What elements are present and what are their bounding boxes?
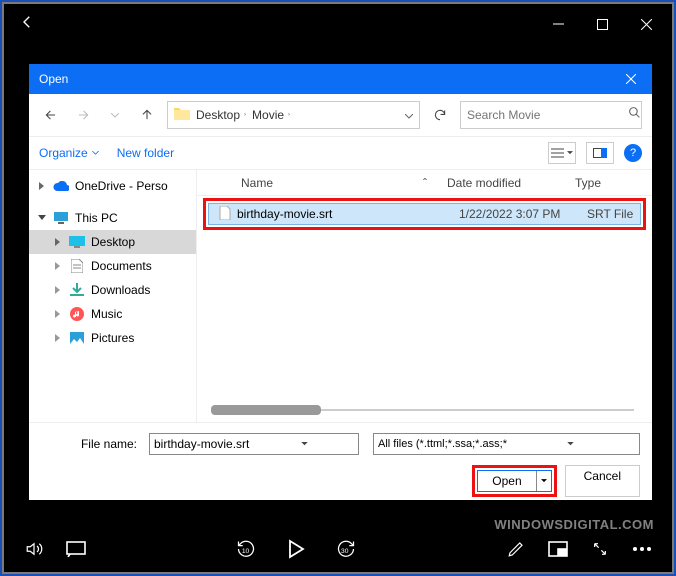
address-bar[interactable]: Desktop › Movie › <box>167 101 420 129</box>
dialog-titlebar: Open <box>29 64 652 94</box>
document-icon <box>69 258 85 274</box>
play-icon[interactable] <box>284 537 308 561</box>
column-type[interactable]: Type <box>565 176 652 190</box>
tree-item-music[interactable]: Music <box>29 302 196 326</box>
file-date: 1/22/2022 3:07 PM <box>449 207 577 221</box>
preview-pane-button[interactable] <box>586 142 614 164</box>
pc-icon <box>53 210 69 226</box>
tree-item-onedrive[interactable]: OneDrive - Perso <box>29 174 196 198</box>
tree-item-this-pc[interactable]: This PC <box>29 206 196 230</box>
maximize-button[interactable] <box>580 9 624 39</box>
filename-label: File name: <box>41 437 141 451</box>
filename-input[interactable]: birthday-movie.srt <box>149 433 359 455</box>
svg-text:10: 10 <box>242 548 250 555</box>
search-box[interactable] <box>460 101 642 129</box>
breadcrumb-segment: Movie › <box>252 108 290 122</box>
subtitles-icon[interactable] <box>64 537 88 561</box>
svg-text:30: 30 <box>341 548 349 555</box>
cloud-icon <box>53 178 69 194</box>
download-icon <box>69 282 85 298</box>
desktop-icon <box>69 234 85 250</box>
file-list: Nameˆ Date modified Type birthday-movie.… <box>197 170 652 422</box>
navigation-tree: OneDrive - Perso This PC Desktop <box>29 170 197 422</box>
back-arrow-icon[interactable] <box>18 13 36 36</box>
close-app-button[interactable] <box>624 9 668 39</box>
skip-back-icon[interactable]: 10 <box>234 537 258 561</box>
filename-dropdown-icon[interactable] <box>254 436 354 452</box>
column-date[interactable]: Date modified <box>437 176 565 190</box>
help-button[interactable]: ? <box>624 144 642 162</box>
volume-icon[interactable] <box>22 537 46 561</box>
media-player-bar: 10 30 <box>4 526 672 572</box>
highlight-annotation: Open <box>472 465 556 497</box>
chevron-down-icon[interactable] <box>405 108 413 122</box>
open-file-dialog: Open Desktop › Movie › O <box>29 64 652 500</box>
file-icon <box>219 206 231 223</box>
more-icon[interactable] <box>630 537 654 561</box>
app-titlebar <box>4 4 672 44</box>
recent-locations-button[interactable] <box>103 103 127 127</box>
file-name: birthday-movie.srt <box>237 207 332 221</box>
file-type: SRT File <box>577 207 640 221</box>
folder-icon <box>174 107 190 123</box>
column-name[interactable]: Nameˆ <box>197 176 437 190</box>
tree-item-downloads[interactable]: Downloads <box>29 278 196 302</box>
picture-icon <box>69 330 85 346</box>
minimize-button[interactable] <box>536 9 580 39</box>
nav-forward-button[interactable] <box>71 103 95 127</box>
new-folder-button[interactable]: New folder <box>117 146 174 160</box>
refresh-button[interactable] <box>428 103 452 127</box>
music-icon <box>69 306 85 322</box>
file-type-filter[interactable]: All files (*.ttml;*.ssa;*.ass;*.srt;*. <box>373 433 640 455</box>
search-input[interactable] <box>467 108 622 122</box>
horizontal-scrollbar[interactable] <box>211 404 634 416</box>
edit-icon[interactable] <box>504 537 528 561</box>
organize-button[interactable]: Organize <box>39 146 99 160</box>
file-row[interactable]: birthday-movie.srt 1/22/2022 3:07 PM SRT… <box>208 203 641 225</box>
tree-item-documents[interactable]: Documents <box>29 254 196 278</box>
open-button[interactable]: Open <box>478 471 536 491</box>
nav-back-button[interactable] <box>39 103 63 127</box>
tree-item-pictures[interactable]: Pictures <box>29 326 196 350</box>
watermark: WINDOWSDIGITAL.COM <box>494 517 654 532</box>
highlight-annotation: birthday-movie.srt 1/22/2022 3:07 PM SRT… <box>203 198 646 230</box>
miniplayer-icon[interactable] <box>546 537 570 561</box>
breadcrumb-segment: Desktop › <box>196 108 246 122</box>
skip-forward-icon[interactable]: 30 <box>334 537 358 561</box>
view-options-button[interactable] <box>548 142 576 164</box>
close-dialog-button[interactable] <box>616 68 646 90</box>
dialog-title: Open <box>39 72 68 86</box>
open-dropdown-button[interactable] <box>537 471 551 491</box>
nav-up-button[interactable] <box>135 103 159 127</box>
search-icon <box>628 106 641 124</box>
fullscreen-icon[interactable] <box>588 537 612 561</box>
tree-item-desktop[interactable]: Desktop <box>29 230 196 254</box>
filter-dropdown-icon[interactable] <box>507 436 636 452</box>
cancel-button[interactable]: Cancel <box>565 465 640 497</box>
